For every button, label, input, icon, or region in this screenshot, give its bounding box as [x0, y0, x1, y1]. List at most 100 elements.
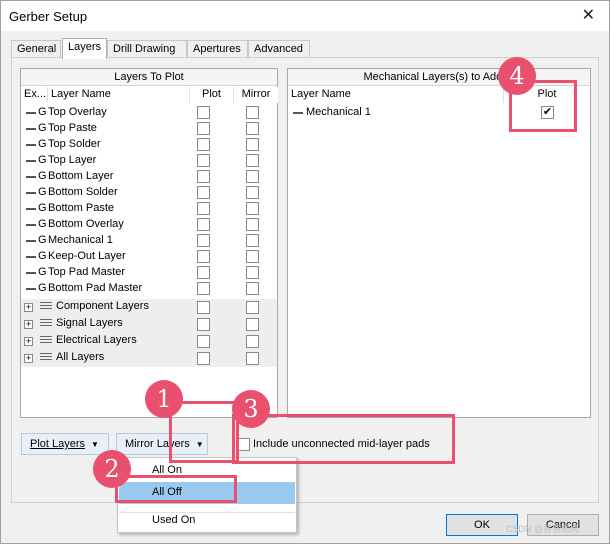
expand-plus-icon[interactable]: +	[24, 303, 33, 312]
layer-row-top-overlay[interactable]: G Top Overlay	[21, 105, 277, 121]
close-icon[interactable]: ✕	[582, 5, 595, 25]
layer-row-bottom-pad-master[interactable]: G Bottom Pad Master	[21, 281, 277, 297]
layer-row-mechanical-1[interactable]: G Mechanical 1	[21, 233, 277, 249]
group-name: Signal Layers	[56, 317, 123, 329]
mechanical-layers-title: Mechanical Layers(s) to Add to	[288, 69, 590, 86]
layer-name: Bottom Pad Master	[48, 282, 143, 294]
layer-name: Bottom Overlay	[48, 218, 124, 230]
layer-row-top-pad-master[interactable]: G Top Pad Master	[21, 265, 277, 281]
layer-tag: G	[38, 170, 47, 182]
mirror-checkbox[interactable]	[246, 318, 259, 331]
layer-line-icon	[26, 160, 36, 162]
layer-tag: G	[38, 154, 47, 166]
layer-line-icon	[26, 192, 36, 194]
plot-checkbox[interactable]	[197, 202, 210, 215]
tab-layers[interactable]: Layers	[62, 38, 107, 59]
layer-row-keep-out-layer[interactable]: G Keep-Out Layer	[21, 249, 277, 265]
plot-checkbox[interactable]	[197, 301, 210, 314]
col-plot-header[interactable]: Plot	[190, 87, 234, 103]
plot-checkbox[interactable]	[197, 218, 210, 231]
mirror-checkbox[interactable]	[246, 106, 259, 119]
layer-tag: G	[38, 138, 47, 150]
layer-line-icon	[26, 224, 36, 226]
layer-row-bottom-layer[interactable]: G Bottom Layer	[21, 169, 277, 185]
tab-apertures[interactable]: Apertures	[187, 40, 248, 58]
plot-layers-button[interactable]: Plot Layers ▼	[21, 433, 109, 455]
mech-row-mechanical-1[interactable]: Mechanical 1 ✔	[288, 105, 590, 121]
col-layer-name-header[interactable]: Layer Name	[48, 87, 190, 103]
group-row-signal-layers[interactable]: + Signal Layers	[21, 316, 277, 333]
expand-plus-icon[interactable]: +	[24, 320, 33, 329]
mirror-checkbox[interactable]	[246, 266, 259, 279]
plot-checkbox[interactable]	[197, 138, 210, 151]
group-name: Electrical Layers	[56, 334, 137, 346]
expand-plus-icon[interactable]: +	[24, 354, 33, 363]
layer-line-icon	[26, 208, 36, 210]
menu-item-all-off[interactable]: All Off	[119, 482, 295, 504]
group-row-electrical-layers[interactable]: + Electrical Layers	[21, 333, 277, 350]
mirror-checkbox[interactable]	[246, 352, 259, 365]
layer-row-top-paste[interactable]: G Top Paste	[21, 121, 277, 137]
mirror-checkbox[interactable]	[246, 122, 259, 135]
mechanical-layers-panel: Mechanical Layers(s) to Add to Layer Nam…	[287, 68, 591, 418]
mirror-checkbox[interactable]	[246, 218, 259, 231]
menu-item-used-on[interactable]: Used On	[119, 510, 295, 532]
plot-checkbox[interactable]	[197, 170, 210, 183]
annotation-badge-3: 3	[232, 390, 270, 428]
mirror-checkbox[interactable]	[246, 282, 259, 295]
mirror-checkbox[interactable]	[246, 154, 259, 167]
plot-checkbox[interactable]	[197, 154, 210, 167]
dropdown-caret-icon: ▼	[91, 440, 99, 449]
mirror-checkbox[interactable]	[246, 138, 259, 151]
layer-name: Mechanical 1	[48, 234, 113, 246]
plot-checkbox[interactable]	[197, 186, 210, 199]
plot-layers-label: Plot Layers	[30, 438, 86, 450]
plot-checkbox[interactable]	[197, 335, 210, 348]
layer-line-icon	[26, 256, 36, 258]
group-row-all-layers[interactable]: + All Layers	[21, 350, 277, 367]
mirror-checkbox[interactable]	[246, 234, 259, 247]
menu-item-all-on[interactable]: All On	[119, 460, 295, 482]
mirror-checkbox[interactable]	[246, 335, 259, 348]
plot-checkbox[interactable]	[197, 318, 210, 331]
plot-checkbox[interactable]	[197, 122, 210, 135]
layer-row-bottom-solder[interactable]: G Bottom Solder	[21, 185, 277, 201]
layer-tag: G	[38, 218, 47, 230]
layers-to-plot-panel: Layers To Plot Ex... Layer Name Plot Mir…	[20, 68, 278, 418]
group-name: Component Layers	[56, 300, 149, 312]
dropdown-caret-icon: ▼	[195, 440, 204, 449]
annotation-badge-1: 1	[145, 380, 183, 418]
tab-drill-drawing[interactable]: Drill Drawing	[107, 40, 187, 58]
mirror-checkbox[interactable]	[246, 170, 259, 183]
layer-tag: G	[38, 122, 47, 134]
layer-row-top-layer[interactable]: G Top Layer	[21, 153, 277, 169]
col-ext-header[interactable]: Ex...	[21, 87, 48, 103]
layer-row-bottom-paste[interactable]: G Bottom Paste	[21, 201, 277, 217]
plot-checkbox[interactable]	[197, 282, 210, 295]
layer-tag: G	[38, 234, 47, 246]
mirror-checkbox[interactable]	[246, 250, 259, 263]
layer-name: Bottom Solder	[48, 186, 118, 198]
include-unconnected-checkbox[interactable]	[237, 438, 250, 451]
col-layer-name-header[interactable]: Layer Name	[288, 87, 504, 103]
plot-checkbox-checked[interactable]: ✔	[541, 106, 554, 119]
tab-general[interactable]: General	[11, 40, 61, 58]
tab-advanced[interactable]: Advanced	[248, 40, 310, 58]
expand-plus-icon[interactable]: +	[24, 337, 33, 346]
mirror-checkbox[interactable]	[246, 301, 259, 314]
plot-checkbox[interactable]	[197, 266, 210, 279]
plot-checkbox[interactable]	[197, 250, 210, 263]
layer-line-icon	[293, 112, 303, 114]
mirror-checkbox[interactable]	[246, 186, 259, 199]
group-row-component-layers[interactable]: + Component Layers	[21, 299, 277, 316]
mirror-layers-button[interactable]: Mirror Layers ▼	[116, 433, 208, 455]
plot-checkbox[interactable]	[197, 106, 210, 119]
layer-row-bottom-overlay[interactable]: G Bottom Overlay	[21, 217, 277, 233]
col-mirror-header[interactable]: Mirror	[234, 87, 278, 103]
layer-row-top-solder[interactable]: G Top Solder	[21, 137, 277, 153]
layer-stack-icon	[40, 336, 52, 345]
mirror-checkbox[interactable]	[246, 202, 259, 215]
plot-checkbox[interactable]	[197, 352, 210, 365]
plot-checkbox[interactable]	[197, 234, 210, 247]
layers-to-plot-title: Layers To Plot	[21, 69, 277, 86]
